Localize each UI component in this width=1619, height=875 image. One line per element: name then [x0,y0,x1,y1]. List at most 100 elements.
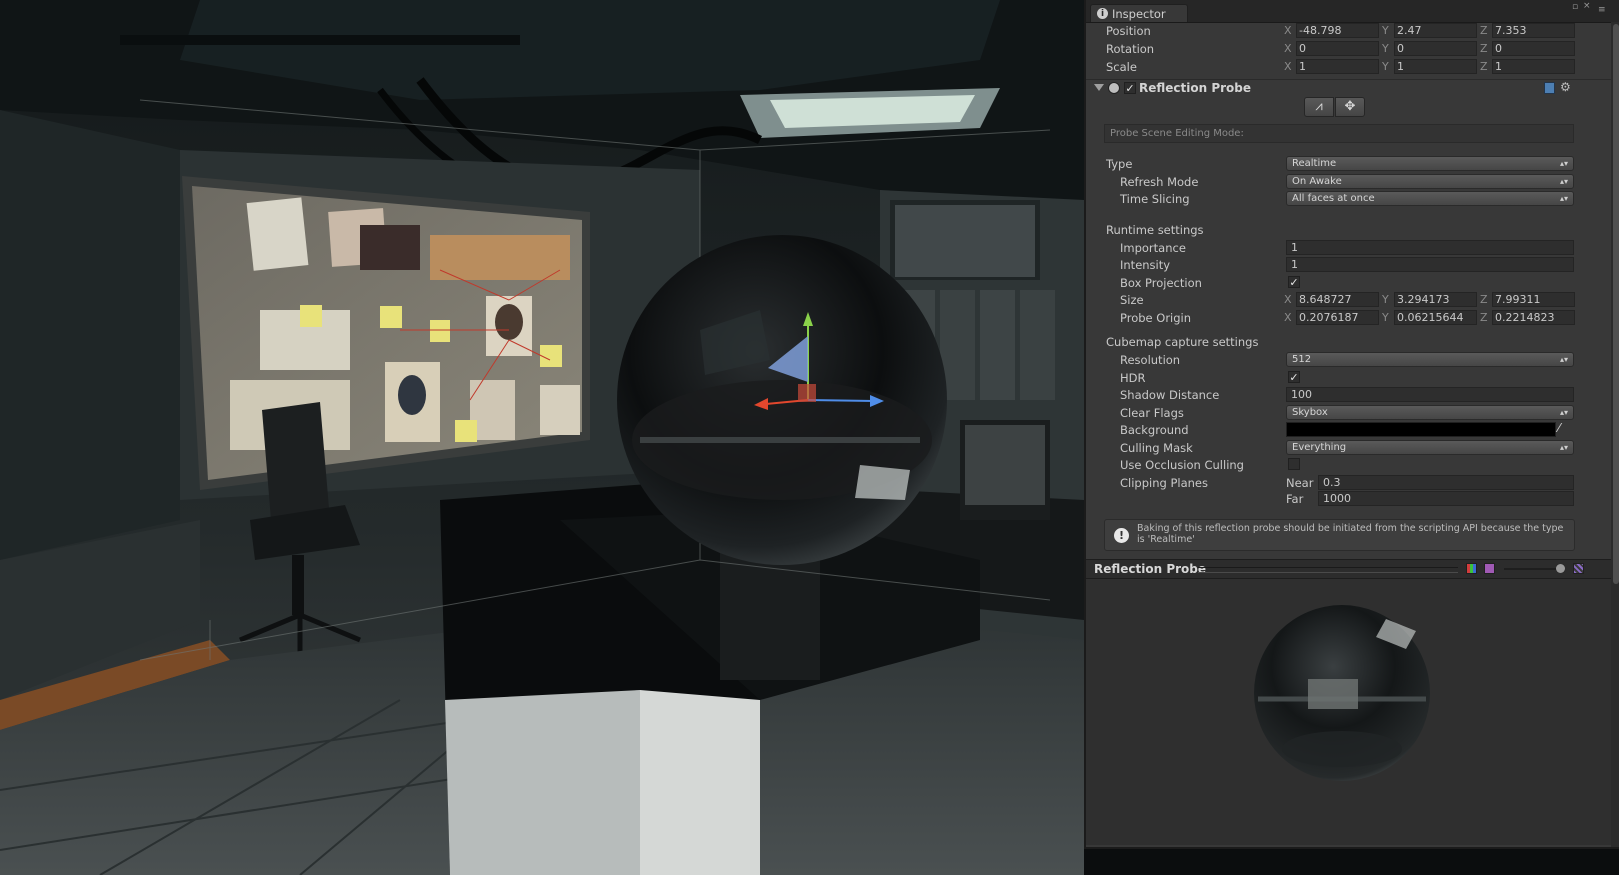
position-row: Position X -48.798 Y 2.47 Z 7.353 [1086,23,1611,40]
importance-field[interactable]: 1 [1286,240,1574,255]
refresh-mode-label: Refresh Mode [1120,175,1199,189]
inspector-panel: i Inspector ▫ × ≡ Position X -48.798 Y 2.4… [1084,0,1619,849]
scale-row: Scale X1 Y1 Z1 [1086,59,1611,76]
background-label: Background [1120,423,1189,437]
axis-x-label: X [1284,42,1292,55]
axis-y-label: Y [1382,293,1389,306]
clear-flags-label: Clear Flags [1120,406,1184,420]
axis-y-label: Y [1382,24,1389,37]
maximize-icon[interactable]: ▫ [1572,3,1578,12]
occlusion-culling-checkbox[interactable] [1288,458,1300,470]
menu-icon[interactable]: ≡ [1598,6,1606,15]
box-projection-row: Box Projection ✓ [1086,275,1611,292]
help-text: Baking of this reflection probe should b… [1137,523,1564,545]
rotation-z-field[interactable]: 0 [1492,41,1575,56]
importance-row: Importance 1 [1086,240,1611,257]
tab-inspector[interactable]: i Inspector [1090,4,1188,22]
intensity-row: Intensity 1 [1086,257,1611,274]
hdr-checkbox[interactable]: ✓ [1288,371,1300,383]
time-slicing-dropdown[interactable]: All faces at once ▴▾ [1286,191,1574,206]
component-title: Reflection Probe [1139,81,1252,95]
probe-origin-x-field[interactable]: 0.2076187 [1296,310,1379,325]
far-field[interactable]: 1000 [1318,491,1574,506]
dropdown-arrow-icon: ▴▾ [1559,194,1568,203]
position-y-field[interactable]: 2.47 [1394,23,1477,38]
scale-y-field[interactable]: 1 [1394,59,1477,74]
scrollbar-thumb[interactable] [1613,24,1619,584]
size-y-field[interactable]: 3.294173 [1394,292,1477,307]
probe-origin-y-field[interactable]: 0.06215644 [1394,310,1477,325]
rotation-label: Rotation [1106,42,1155,56]
scene-view[interactable] [0,0,1084,875]
inspector-scrollbar[interactable] [1611,22,1619,847]
cubemap-settings-heading: Cubemap capture settings [1106,335,1259,349]
exposure-icon[interactable] [1573,563,1584,574]
axis-x-label: X [1284,311,1292,324]
size-label: Size [1120,293,1144,307]
hdr-row: HDR ✓ [1086,370,1611,387]
foldout-arrow-icon[interactable] [1094,84,1104,91]
near-label: Near [1286,476,1314,490]
occlusion-culling-label: Use Occlusion Culling [1120,458,1244,472]
warning-icon: ! [1114,528,1129,543]
shadow-distance-row: Shadow Distance 100 [1086,387,1611,404]
time-slicing-row: Time Slicing All faces at once ▴▾ [1086,191,1611,208]
time-slicing-value: All faces at once [1292,193,1375,204]
size-z-field[interactable]: 7.99311 [1492,292,1575,307]
mip-slider-track[interactable] [1504,568,1564,570]
near-field[interactable]: 0.3 [1318,475,1574,490]
scale-z-field[interactable]: 1 [1492,59,1575,74]
axis-z-label: Z [1480,42,1488,55]
axis-y-label: Y [1382,311,1389,324]
edit-origin-icon: ✥ [1344,99,1356,114]
color-picker-icon[interactable]: ⁄ [1558,421,1560,435]
rotation-x-field[interactable]: 0 [1296,41,1379,56]
shadow-distance-field[interactable]: 100 [1286,387,1574,402]
background-color-swatch[interactable] [1286,422,1556,437]
axis-z-label: Z [1480,60,1488,73]
close-icon[interactable]: × [1583,2,1591,11]
probe-origin-label: Probe Origin [1120,311,1192,325]
preview-drag-handle[interactable] [1198,567,1458,573]
size-x-field[interactable]: 8.648727 [1296,292,1379,307]
rgb-channel-icon[interactable] [1466,563,1477,574]
component-enabled-checkbox[interactable]: ✓ [1124,82,1136,94]
scale-x-field[interactable]: 1 [1296,59,1379,74]
axis-x-label: X [1284,24,1292,37]
probe-edit-mode-box: Probe Scene Editing Mode: [1104,124,1574,143]
shadow-distance-label: Shadow Distance [1120,388,1220,402]
edit-bounds-button[interactable]: ⩘ [1304,97,1334,117]
dropdown-arrow-icon: ▴▾ [1559,408,1568,417]
clear-flags-value: Skybox [1292,407,1328,418]
cubemap-preview-sphere [1254,605,1430,781]
realtime-help-box: ! Baking of this reflection probe should… [1104,519,1575,551]
book-icon[interactable] [1544,82,1555,94]
culling-mask-dropdown[interactable]: Everything ▴▾ [1286,440,1574,455]
preview-area[interactable] [1086,579,1611,845]
intensity-field[interactable]: 1 [1286,257,1574,272]
gear-icon[interactable]: ⚙ [1560,80,1571,94]
probe-origin-z-field[interactable]: 0.2214823 [1492,310,1575,325]
box-projection-checkbox[interactable]: ✓ [1288,276,1300,288]
position-z-field[interactable]: 7.353 [1492,23,1575,38]
importance-label: Importance [1120,241,1186,255]
resolution-dropdown[interactable]: 512 ▴▾ [1286,352,1574,367]
far-label: Far [1286,492,1304,506]
scene-render [0,0,1084,875]
type-dropdown[interactable]: Realtime ▴▾ [1286,156,1574,171]
refresh-mode-dropdown[interactable]: On Awake ▴▾ [1286,174,1574,189]
clear-flags-dropdown[interactable]: Skybox ▴▾ [1286,405,1574,420]
dropdown-arrow-icon: ▴▾ [1559,443,1568,452]
alpha-channel-icon[interactable] [1484,563,1495,574]
position-x-field[interactable]: -48.798 [1296,23,1379,38]
preview-header[interactable]: Reflection Probe [1086,559,1611,579]
mip-slider-knob[interactable] [1556,564,1565,573]
culling-mask-row: Culling Mask Everything ▴▾ [1086,440,1611,457]
resolution-row: Resolution 512 ▴▾ [1086,352,1611,369]
rotation-y-field[interactable]: 0 [1394,41,1477,56]
scale-label: Scale [1106,60,1137,74]
reflection-probe-header[interactable]: ✓ Reflection Probe ⚙ [1086,79,1611,98]
refresh-mode-row: Refresh Mode On Awake ▴▾ [1086,174,1611,191]
edit-origin-button[interactable]: ✥ [1335,97,1365,117]
size-row: Size X 8.648727 Y 3.294173 Z 7.99311 [1086,292,1611,309]
